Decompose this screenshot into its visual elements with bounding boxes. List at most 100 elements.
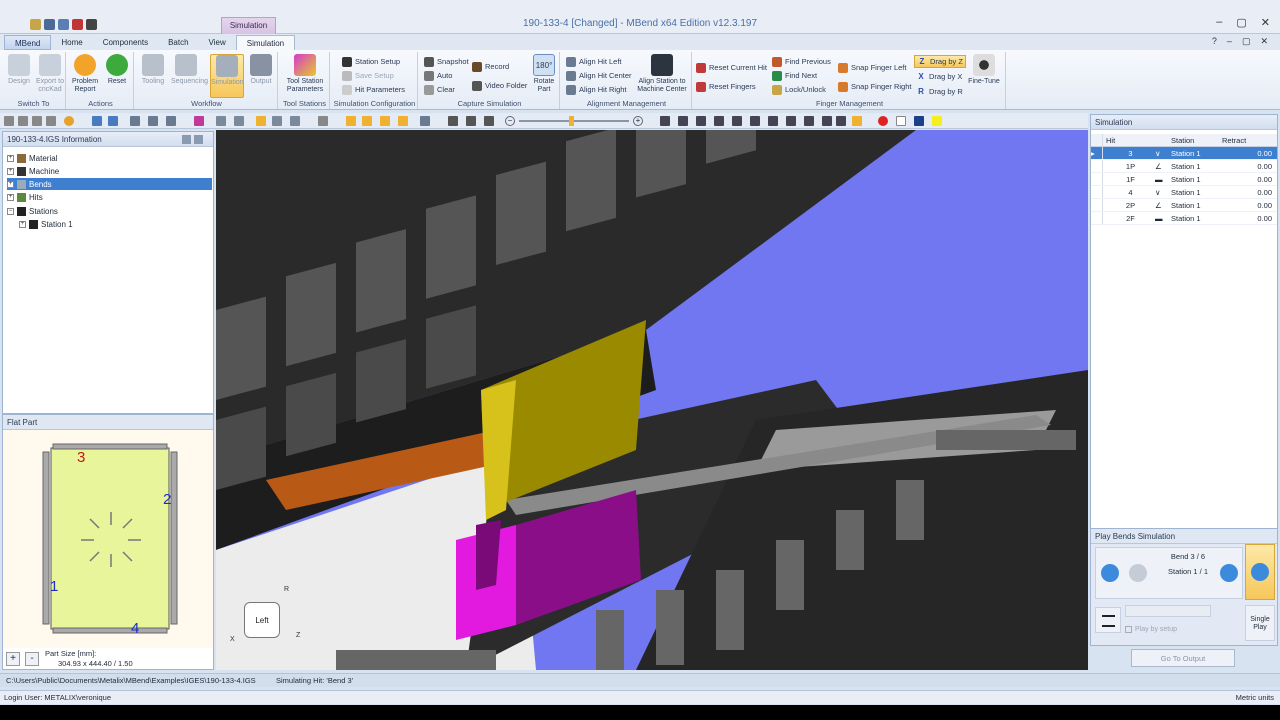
toolbar-icon[interactable]: [32, 116, 42, 126]
smiley-small-icon[interactable]: [64, 116, 74, 126]
align-right-button[interactable]: Align Hit Right: [566, 83, 627, 96]
zoom-slider[interactable]: − +: [505, 116, 643, 126]
hit-row[interactable]: 4 ∨ Station 1 0.00: [1091, 186, 1277, 199]
toolbar-icon[interactable]: [216, 116, 226, 126]
toolbar-icon[interactable]: [362, 116, 372, 126]
design-button[interactable]: Design: [4, 54, 34, 98]
toolbar-icon[interactable]: [484, 116, 494, 126]
expand-button[interactable]: +: [6, 652, 20, 666]
hit-row[interactable]: 1P ∠ Station 1 0.00: [1091, 160, 1277, 173]
view-cube-icon[interactable]: [714, 116, 724, 126]
maximize-icon[interactable]: ▢: [1236, 16, 1246, 32]
reset-current-hit-button[interactable]: Reset Current Hit: [696, 61, 767, 74]
tree-item-material[interactable]: + Material: [7, 152, 57, 164]
toolbar-icon[interactable]: [18, 116, 28, 126]
tree-item-hits[interactable]: + Hits: [7, 191, 43, 203]
blue-color-icon[interactable]: [914, 116, 924, 126]
collapse-button[interactable]: -: [25, 652, 39, 666]
close-doc-icon[interactable]: ✕: [1260, 36, 1268, 47]
find-previous-button[interactable]: Find Previous: [772, 55, 831, 68]
drag-by-z-button[interactable]: Z Drag by Z: [914, 55, 966, 68]
snap-right-button[interactable]: Snap Finger Right: [838, 80, 911, 93]
toolbar-icon[interactable]: [318, 116, 328, 126]
record-dot-icon[interactable]: [878, 116, 888, 126]
toolbar-icon[interactable]: [272, 116, 282, 126]
toolbar-icon[interactable]: [466, 116, 476, 126]
rotate-part-button[interactable]: 180° Rotate Part: [530, 54, 558, 98]
tool-station-params-button[interactable]: Tool Station Parameters: [284, 54, 326, 98]
toolbar-icon[interactable]: [234, 116, 244, 126]
view-cube-icon[interactable]: [660, 116, 670, 126]
export-button[interactable]: Export to cncKad: [35, 54, 65, 98]
hit-row[interactable]: 2F ▬ Station 1 0.00: [1091, 212, 1277, 225]
view-cube-icon[interactable]: [804, 116, 814, 126]
open-icon[interactable]: [30, 18, 41, 30]
tab-mbend[interactable]: MBend: [4, 35, 52, 50]
zoom-out-icon[interactable]: [166, 116, 176, 126]
hit-row[interactable]: 2P ∠ Station 1 0.00: [1091, 199, 1277, 212]
rewind-button[interactable]: [1101, 564, 1119, 582]
sequencing-button[interactable]: Sequencing: [171, 54, 208, 98]
help-icon[interactable]: ?: [1212, 36, 1217, 47]
view-cube-icon[interactable]: [852, 116, 862, 126]
align-center-button[interactable]: Align Hit Center: [566, 69, 632, 82]
view-cube-icon[interactable]: [836, 116, 846, 126]
simulation-button[interactable]: Simulation: [210, 54, 244, 98]
panel-list-icon[interactable]: [194, 135, 203, 144]
print-icon[interactable]: [58, 18, 69, 30]
tree-item-stations[interactable]: − Stations: [7, 205, 58, 217]
video-folder-button[interactable]: Video Folder: [472, 79, 527, 92]
tab-batch[interactable]: Batch: [158, 35, 198, 50]
minimize-icon[interactable]: –: [1216, 16, 1222, 32]
drag-by-x-button[interactable]: X Drag by X: [916, 70, 962, 83]
play-by-setup-checkbox[interactable]: Play by setup: [1125, 626, 1177, 633]
col-hit[interactable]: Hit: [1103, 134, 1155, 146]
save-setup-button[interactable]: Save Setup: [342, 69, 394, 82]
setup-dropdown[interactable]: [1125, 605, 1211, 617]
single-play-button[interactable]: Single Play: [1245, 605, 1275, 641]
step-forward-button[interactable]: [1220, 564, 1238, 582]
close-icon[interactable]: ✕: [1261, 16, 1270, 32]
tab-view[interactable]: View: [199, 35, 236, 50]
view-cube-icon[interactable]: [768, 116, 778, 126]
restore-icon[interactable]: ▢: [1242, 36, 1251, 47]
hit-row[interactable]: 1F ▬ Station 1 0.00: [1091, 173, 1277, 186]
layers-button[interactable]: [1095, 607, 1121, 633]
min-icon[interactable]: –: [1227, 36, 1232, 47]
view-cube-icon[interactable]: [822, 116, 832, 126]
toolbar-icon[interactable]: [46, 116, 56, 126]
rotate-view-icon[interactable]: [92, 116, 102, 126]
toolbar-icon[interactable]: [346, 116, 356, 126]
view-cube-face[interactable]: Left: [244, 602, 280, 638]
tab-home[interactable]: Home: [51, 35, 92, 50]
toolbar-icon[interactable]: [448, 116, 458, 126]
record-button[interactable]: Record: [472, 60, 509, 73]
hit-row[interactable]: ▸ 3 ∨ Station 1 0.00: [1091, 147, 1277, 160]
view-cube-icon[interactable]: [786, 116, 796, 126]
toolbar-icon[interactable]: [4, 116, 14, 126]
problem-report-button[interactable]: Problem Report: [70, 54, 100, 98]
align-left-button[interactable]: Align Hit Left: [566, 55, 622, 68]
toolbar-icon[interactable]: [398, 116, 408, 126]
save-icon[interactable]: [44, 18, 55, 30]
lock-unlock-button[interactable]: Lock/Unlock: [772, 83, 826, 96]
stop-icon[interactable]: [72, 18, 83, 30]
clear-button[interactable]: Clear: [424, 83, 455, 96]
tool-view-icon[interactable]: [194, 116, 204, 126]
station-setup-button[interactable]: Station Setup: [342, 55, 400, 68]
white-color-icon[interactable]: [896, 116, 906, 126]
reset-fingers-button[interactable]: Reset Fingers: [696, 80, 756, 93]
yellow-color-icon[interactable]: [932, 116, 942, 126]
view-cube-icon[interactable]: [678, 116, 688, 126]
tooling-button[interactable]: Tooling: [138, 54, 168, 98]
toolbar-icon[interactable]: [290, 116, 300, 126]
auto-button[interactable]: Auto: [424, 69, 452, 82]
snap-left-button[interactable]: Snap Finger Left: [838, 61, 906, 74]
drag-by-r-button[interactable]: R Drag by R: [916, 85, 963, 98]
3d-viewport[interactable]: Left R X Z: [216, 130, 1088, 670]
exit-icon[interactable]: [86, 18, 97, 30]
tree-item-station-1[interactable]: + Station 1: [19, 218, 73, 230]
panel-option-icon[interactable]: [182, 135, 191, 144]
view-cube[interactable]: Left R X Z: [230, 586, 300, 646]
output-button[interactable]: Output: [246, 54, 276, 98]
